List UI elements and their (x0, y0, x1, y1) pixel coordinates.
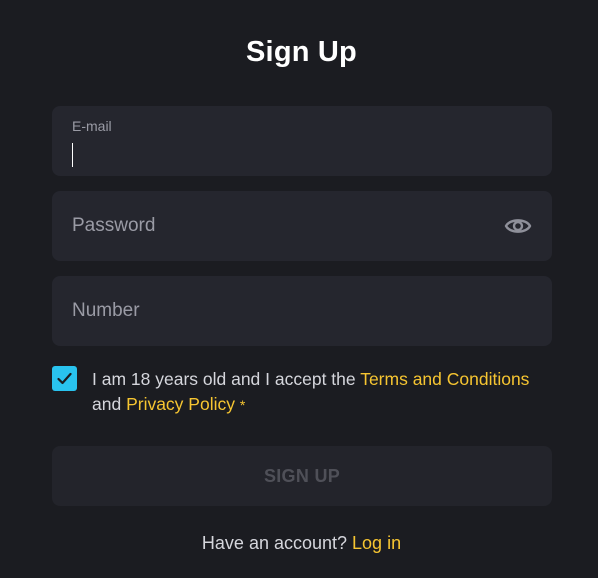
page-title: Sign Up (246, 36, 357, 68)
email-field[interactable]: E-mail (52, 106, 552, 176)
password-placeholder: Password (72, 215, 156, 236)
number-field[interactable]: Number (52, 276, 552, 346)
required-mark: * (239, 397, 246, 413)
consent-text: I am 18 years old and I accept the Terms… (92, 367, 552, 418)
login-prompt: Have an account? Log in (0, 533, 598, 554)
login-link[interactable]: Log in (352, 533, 401, 553)
password-field[interactable]: Password (52, 191, 552, 261)
text-caret (72, 143, 73, 167)
signup-button[interactable]: SIGN UP (52, 446, 552, 506)
login-prompt-text: Have an account? (201, 533, 353, 553)
number-placeholder: Number (72, 300, 140, 321)
privacy-link[interactable]: Privacy Policy (126, 394, 235, 414)
eye-icon[interactable] (504, 213, 532, 239)
terms-link[interactable]: Terms and Conditions (360, 369, 529, 389)
checkmark-icon (57, 372, 72, 385)
email-label: E-mail (72, 118, 112, 134)
consent-text-part1: I am 18 years old and I accept the (92, 369, 361, 389)
consent-checkbox[interactable] (52, 366, 77, 391)
consent-text-part2: and (92, 394, 127, 414)
